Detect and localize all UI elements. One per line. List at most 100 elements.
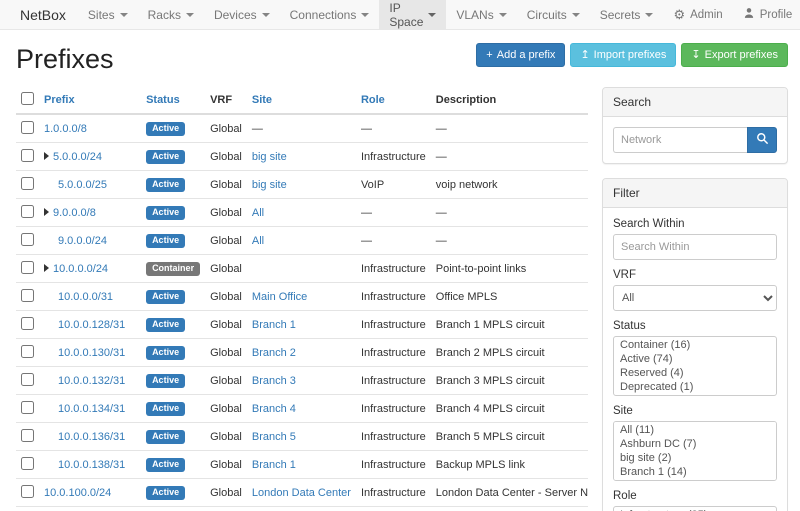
select-all-checkbox[interactable]: [21, 92, 34, 105]
row-checkbox[interactable]: [21, 345, 34, 358]
prefix-link[interactable]: 1.0.0.0/8: [44, 123, 87, 135]
role-cell: —: [356, 507, 431, 511]
nav-item-connections[interactable]: Connections: [280, 0, 380, 29]
role-cell: VoIP: [356, 171, 431, 199]
indent-spacer: [44, 355, 58, 356]
role-cell: Infrastructure: [356, 311, 431, 339]
select-option[interactable]: big site (2): [615, 451, 775, 465]
nav-item-circuits[interactable]: Circuits: [517, 0, 590, 29]
row-checkbox[interactable]: [21, 121, 34, 134]
row-checkbox[interactable]: [21, 205, 34, 218]
site-link[interactable]: All: [252, 235, 264, 247]
vrf-select[interactable]: All: [613, 285, 777, 311]
site-filter-label: Site: [613, 405, 777, 417]
indent-spacer: [44, 467, 58, 468]
vrf-cell: Global: [205, 367, 247, 395]
role-cell: —: [356, 199, 431, 227]
status-badge: Active: [146, 234, 185, 248]
row-checkbox[interactable]: [21, 149, 34, 162]
search-button[interactable]: [747, 127, 777, 153]
nav-item-ip-space[interactable]: IP Space: [379, 0, 446, 29]
nav-item-label: Devices: [214, 8, 257, 22]
prefix-link[interactable]: 10.0.0.138/31: [58, 459, 125, 471]
table-row: 10.0.0.136/31 Active Global Branch 5 Inf…: [16, 423, 588, 451]
prefix-link[interactable]: 10.0.0.136/31: [58, 431, 125, 443]
site-link[interactable]: Branch 1: [252, 319, 296, 331]
prefix-link[interactable]: 10.0.0.132/31: [58, 375, 125, 387]
vrf-cell: Global: [205, 451, 247, 479]
prefix-link[interactable]: 10.0.0.128/31: [58, 319, 125, 331]
site-link[interactable]: London Data Center: [252, 487, 351, 499]
nav-item-devices[interactable]: Devices: [204, 0, 280, 29]
prefix-link[interactable]: 5.0.0.0/24: [53, 151, 102, 163]
select-option[interactable]: Deprecated (1): [615, 380, 775, 394]
row-checkbox[interactable]: [21, 317, 34, 330]
select-option[interactable]: Branch 1 (14): [615, 465, 775, 479]
row-checkbox[interactable]: [21, 233, 34, 246]
site-link[interactable]: big site: [252, 179, 287, 191]
role-select[interactable]: Infrastructure (25)Management (8)Private…: [613, 506, 777, 511]
row-checkbox[interactable]: [21, 289, 34, 302]
site-cell: Branch 1: [247, 311, 356, 339]
export-prefixes-button[interactable]: ↧ Export prefixes: [681, 43, 788, 67]
status-badge: Active: [146, 150, 185, 164]
prefix-link[interactable]: 5.0.0.0/25: [58, 179, 107, 191]
nav-item-sites[interactable]: Sites: [78, 0, 138, 29]
expand-caret-icon: [44, 208, 49, 216]
search-within-input[interactable]: [613, 234, 777, 260]
add-prefix-button[interactable]: + Add a prefix: [476, 43, 565, 67]
site-link[interactable]: Branch 1: [252, 459, 296, 471]
row-checkbox[interactable]: [21, 177, 34, 190]
prefix-link[interactable]: 10.0.0.0/31: [58, 291, 113, 303]
status-badge: Active: [146, 122, 185, 136]
select-option[interactable]: Ashburn DC (7): [615, 437, 775, 451]
role-cell: Infrastructure: [356, 339, 431, 367]
select-option[interactable]: Reserved (4): [615, 366, 775, 380]
site-link[interactable]: Branch 3: [252, 375, 296, 387]
select-option[interactable]: Active (74): [615, 352, 775, 366]
description-cell: Backup MPLS link: [431, 451, 588, 479]
prefix-link[interactable]: 9.0.0.0/24: [58, 235, 107, 247]
site-link[interactable]: All: [252, 207, 264, 219]
table-row: 10.0.0.134/31 Active Global Branch 4 Inf…: [16, 395, 588, 423]
prefix-link[interactable]: 10.0.0.134/31: [58, 403, 125, 415]
prefix-link[interactable]: 10.0.100.0/24: [44, 487, 111, 499]
row-checkbox[interactable]: [21, 261, 34, 274]
nav-item-vlans[interactable]: VLANs: [446, 0, 516, 29]
select-option[interactable]: All (11): [615, 423, 775, 437]
row-checkbox[interactable]: [21, 401, 34, 414]
column-header-prefix[interactable]: Prefix: [44, 94, 75, 106]
prefix-link[interactable]: 10.0.0.130/31: [58, 347, 125, 359]
nav-item-racks[interactable]: Racks: [138, 0, 204, 29]
status-select[interactable]: Container (16)Active (74)Reserved (4)Dep…: [613, 336, 777, 396]
site-link[interactable]: Main Office: [252, 291, 307, 303]
column-header-vrf: VRF: [205, 87, 247, 114]
brand-logo[interactable]: NetBox: [8, 0, 78, 29]
site-link[interactable]: Branch 4: [252, 403, 296, 415]
vrf-cell: Global: [205, 339, 247, 367]
site-link[interactable]: Branch 2: [252, 347, 296, 359]
profile-link[interactable]: Profile: [733, 0, 800, 29]
site-link[interactable]: Branch 5: [252, 431, 296, 443]
row-checkbox[interactable]: [21, 485, 34, 498]
prefix-link[interactable]: 9.0.0.0/8: [53, 207, 96, 219]
table-row: 10.0.0.128/31 Active Global Branch 1 Inf…: [16, 311, 588, 339]
nav-item-secrets[interactable]: Secrets: [590, 0, 664, 29]
select-option[interactable]: Branch 2 (10): [615, 479, 775, 481]
site-link[interactable]: big site: [252, 151, 287, 163]
admin-link[interactable]: ⚙ Admin: [663, 0, 732, 29]
column-header-role[interactable]: Role: [361, 94, 385, 106]
prefix-link[interactable]: 10.0.0.0/24: [53, 263, 108, 275]
search-input[interactable]: [613, 127, 747, 153]
column-header-status[interactable]: Status: [146, 94, 180, 106]
import-prefixes-button[interactable]: ↥ Import prefixes: [570, 43, 676, 67]
select-option[interactable]: Container (16): [615, 338, 775, 352]
chevron-down-icon: [645, 13, 653, 17]
row-checkbox[interactable]: [21, 373, 34, 386]
site-select[interactable]: All (11)Ashburn DC (7)big site (2)Branch…: [613, 421, 777, 481]
table-row: 5.0.0.0/24 Active Global big site Infras…: [16, 143, 588, 171]
site-cell: London Data Center: [247, 479, 356, 507]
column-header-site[interactable]: Site: [252, 94, 272, 106]
row-checkbox[interactable]: [21, 429, 34, 442]
row-checkbox[interactable]: [21, 457, 34, 470]
